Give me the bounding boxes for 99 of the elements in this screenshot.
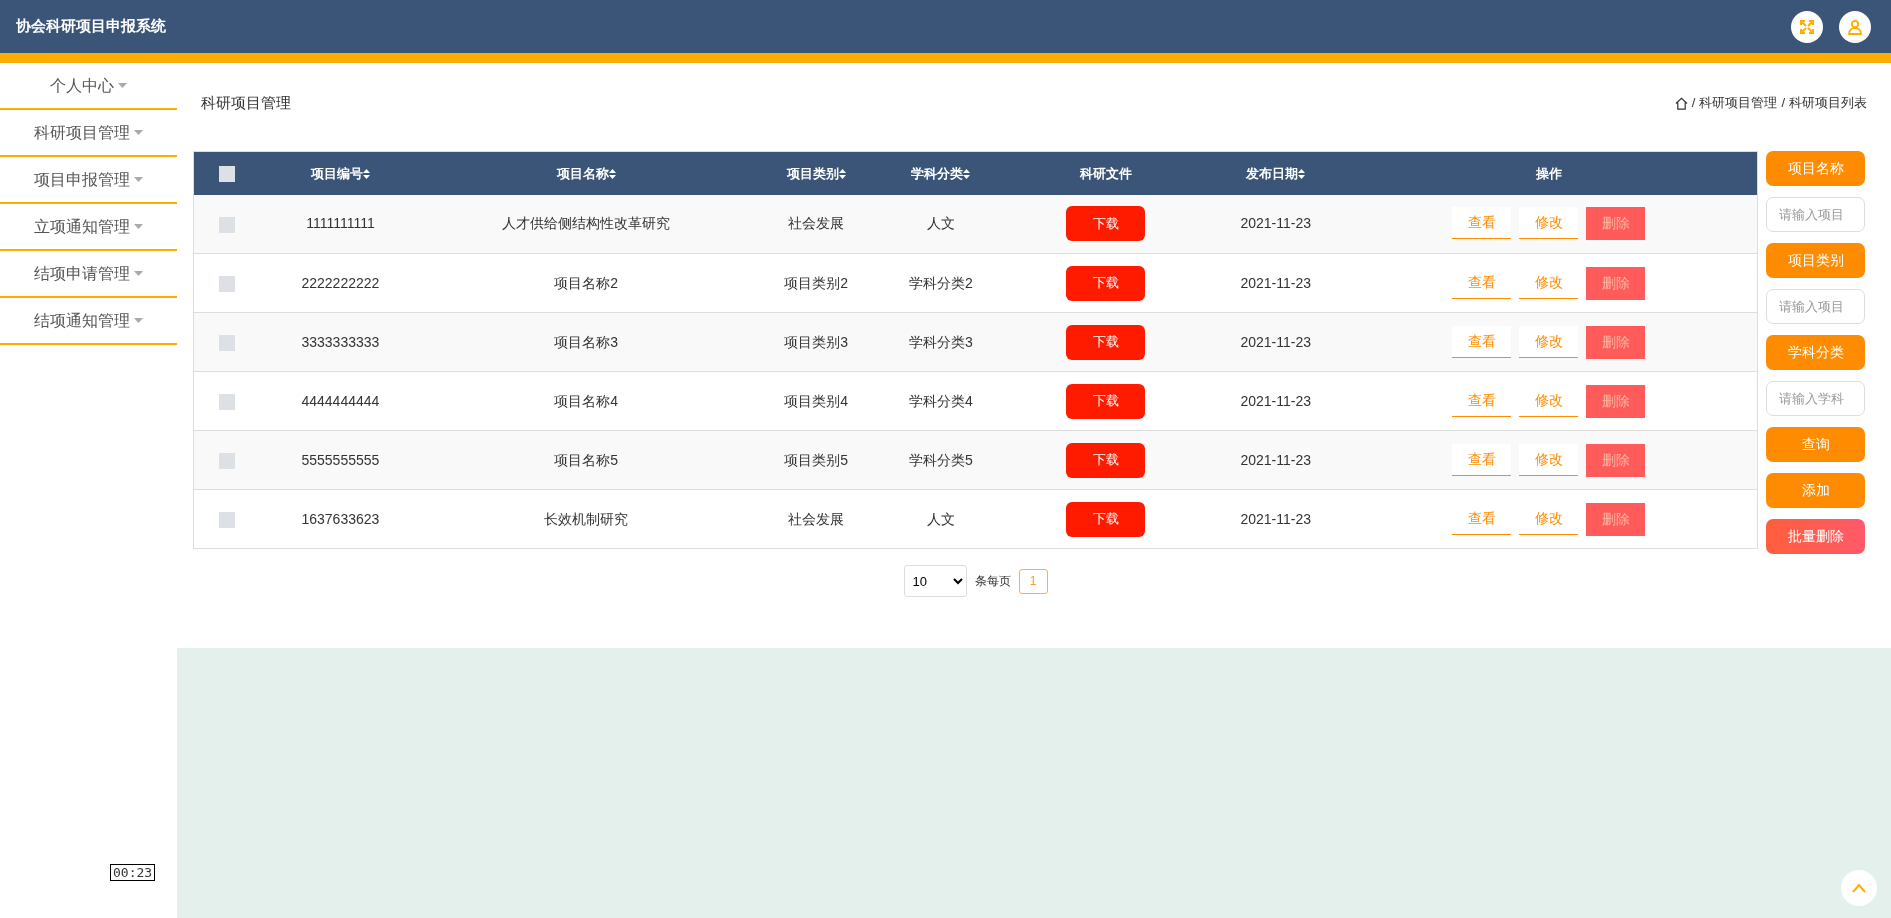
view-button[interactable]: 查看 — [1452, 443, 1512, 476]
delete-button[interactable]: 删除 — [1586, 384, 1646, 418]
column-header[interactable]: 项目类别 — [786, 165, 846, 181]
download-button[interactable]: 下载 — [1066, 206, 1146, 242]
caret-icon — [134, 271, 143, 276]
per-page-label: 条每页 — [974, 573, 1011, 590]
delete-button[interactable]: 删除 — [1586, 502, 1646, 536]
filter-label-button[interactable]: 项目类别 — [1766, 243, 1865, 278]
table-cell: 项目名称2 — [554, 274, 619, 291]
column-header: 科研文件 — [1079, 165, 1132, 181]
table-cell: 学科分类3 — [909, 333, 973, 350]
batch-delete-button[interactable]: 批量删除 — [1766, 519, 1865, 554]
column-header[interactable]: 项目编号 — [310, 165, 370, 181]
edit-button[interactable]: 修改 — [1519, 325, 1579, 358]
table-cell: 2021-11-23 — [1240, 451, 1311, 468]
table-cell: 项目类别5 — [784, 451, 848, 468]
action-button[interactable]: 查询 — [1766, 427, 1865, 462]
caret-icon — [134, 318, 143, 323]
caret-icon — [118, 83, 127, 88]
filter-label-button[interactable]: 学科分类 — [1766, 335, 1865, 370]
expand-icon — [1799, 18, 1815, 35]
sort-icon — [963, 169, 971, 180]
caret-icon — [134, 130, 143, 135]
table-cell: 2021-11-23 — [1240, 510, 1311, 527]
row-checkbox[interactable] — [218, 393, 235, 410]
column-header[interactable]: 学科分类 — [911, 165, 971, 181]
table-cell: 4444444444 — [301, 392, 380, 409]
row-checkbox[interactable] — [218, 511, 235, 528]
table-cell: 社会发展 — [788, 510, 844, 527]
user-button[interactable] — [1839, 10, 1871, 43]
delete-button[interactable]: 删除 — [1586, 443, 1646, 477]
table-cell: 2222222222 — [301, 274, 380, 291]
view-button[interactable]: 查看 — [1452, 207, 1512, 240]
table-cell: 1637633623 — [301, 510, 380, 527]
table-cell: 2021-11-23 — [1240, 333, 1311, 350]
table-cell: 5555555555 — [301, 451, 380, 468]
edit-button[interactable]: 修改 — [1519, 443, 1579, 476]
table-cell: 长效机制研究 — [544, 510, 629, 527]
breadcrumb-separator: / — [1781, 94, 1785, 113]
table-cell: 人文 — [926, 510, 955, 527]
home-icon[interactable] — [1674, 96, 1688, 110]
search-field[interactable]: 请输入项目 — [1766, 289, 1865, 324]
delete-button[interactable]: 删除 — [1586, 266, 1646, 300]
table-cell: 人才供给侧结构性改革研究 — [502, 215, 671, 232]
column-header[interactable]: 发布日期 — [1246, 165, 1306, 181]
table-cell: 学科分类2 — [909, 274, 973, 291]
fullscreen-button[interactable] — [1791, 10, 1823, 43]
back-to-top-button[interactable] — [1841, 870, 1877, 906]
row-checkbox[interactable] — [218, 216, 235, 233]
table-cell: 2021-11-23 — [1240, 215, 1311, 232]
breadcrumb-separator: / — [1691, 94, 1696, 113]
table-cell: 学科分类5 — [909, 451, 973, 468]
breadcrumb-item[interactable]: 科研项目管理 — [1699, 93, 1778, 113]
search-field[interactable]: 请输入项目 — [1766, 197, 1865, 232]
sort-icon — [362, 169, 370, 180]
download-button[interactable]: 下载 — [1066, 383, 1146, 419]
table-cell: 人文 — [926, 215, 955, 232]
table-cell: 2021-11-23 — [1240, 274, 1311, 291]
breadcrumb-item: 科研项目列表 — [1789, 94, 1867, 113]
download-button[interactable]: 下载 — [1066, 265, 1146, 301]
select-all-checkbox[interactable] — [218, 166, 235, 183]
caret-icon — [134, 224, 143, 229]
table-cell: 2021-11-23 — [1240, 392, 1311, 409]
table-cell: 项目类别2 — [784, 274, 848, 291]
app-title: 协会科研项目申报系统 — [16, 16, 166, 37]
page-title: 科研项目管理 — [201, 92, 291, 113]
download-button[interactable]: 下载 — [1066, 442, 1146, 478]
sort-icon — [608, 169, 616, 180]
table-cell: 项目名称3 — [554, 333, 619, 350]
table-cell: 项目类别3 — [784, 333, 848, 350]
row-checkbox[interactable] — [218, 275, 235, 292]
row-checkbox[interactable] — [218, 452, 235, 469]
delete-button[interactable]: 删除 — [1586, 325, 1646, 359]
edit-button[interactable]: 修改 — [1519, 207, 1579, 240]
download-button[interactable]: 下载 — [1066, 501, 1146, 537]
table-cell: 1111111111 — [306, 215, 375, 232]
filter-label-button[interactable]: 项目名称 — [1766, 151, 1865, 186]
table-cell: 项目名称5 — [554, 451, 619, 468]
column-header[interactable]: 项目名称 — [556, 165, 616, 181]
page-button[interactable]: 1 — [1018, 568, 1048, 594]
table-cell: 学科分类4 — [909, 392, 973, 409]
sort-icon — [838, 169, 846, 180]
arrow-up-icon — [1852, 883, 1866, 893]
user-icon — [1847, 18, 1863, 35]
sort-icon — [1298, 169, 1306, 180]
column-header: 操作 — [1535, 165, 1562, 181]
table-cell: 项目名称4 — [554, 392, 619, 409]
view-button[interactable]: 查看 — [1452, 325, 1512, 358]
action-button[interactable]: 添加 — [1766, 473, 1865, 508]
row-checkbox[interactable] — [218, 334, 235, 351]
table-cell: 社会发展 — [788, 215, 844, 232]
table-cell: 3333333333 — [301, 333, 380, 350]
search-field[interactable]: 请输入学科 — [1766, 381, 1865, 416]
caret-icon — [134, 177, 143, 182]
delete-button[interactable]: 删除 — [1586, 207, 1646, 241]
page-size-select[interactable]: 10 — [903, 565, 967, 597]
download-button[interactable]: 下载 — [1066, 324, 1146, 360]
time-tooltip: 00:23 — [110, 864, 156, 881]
table-cell: 项目类别4 — [784, 392, 848, 409]
